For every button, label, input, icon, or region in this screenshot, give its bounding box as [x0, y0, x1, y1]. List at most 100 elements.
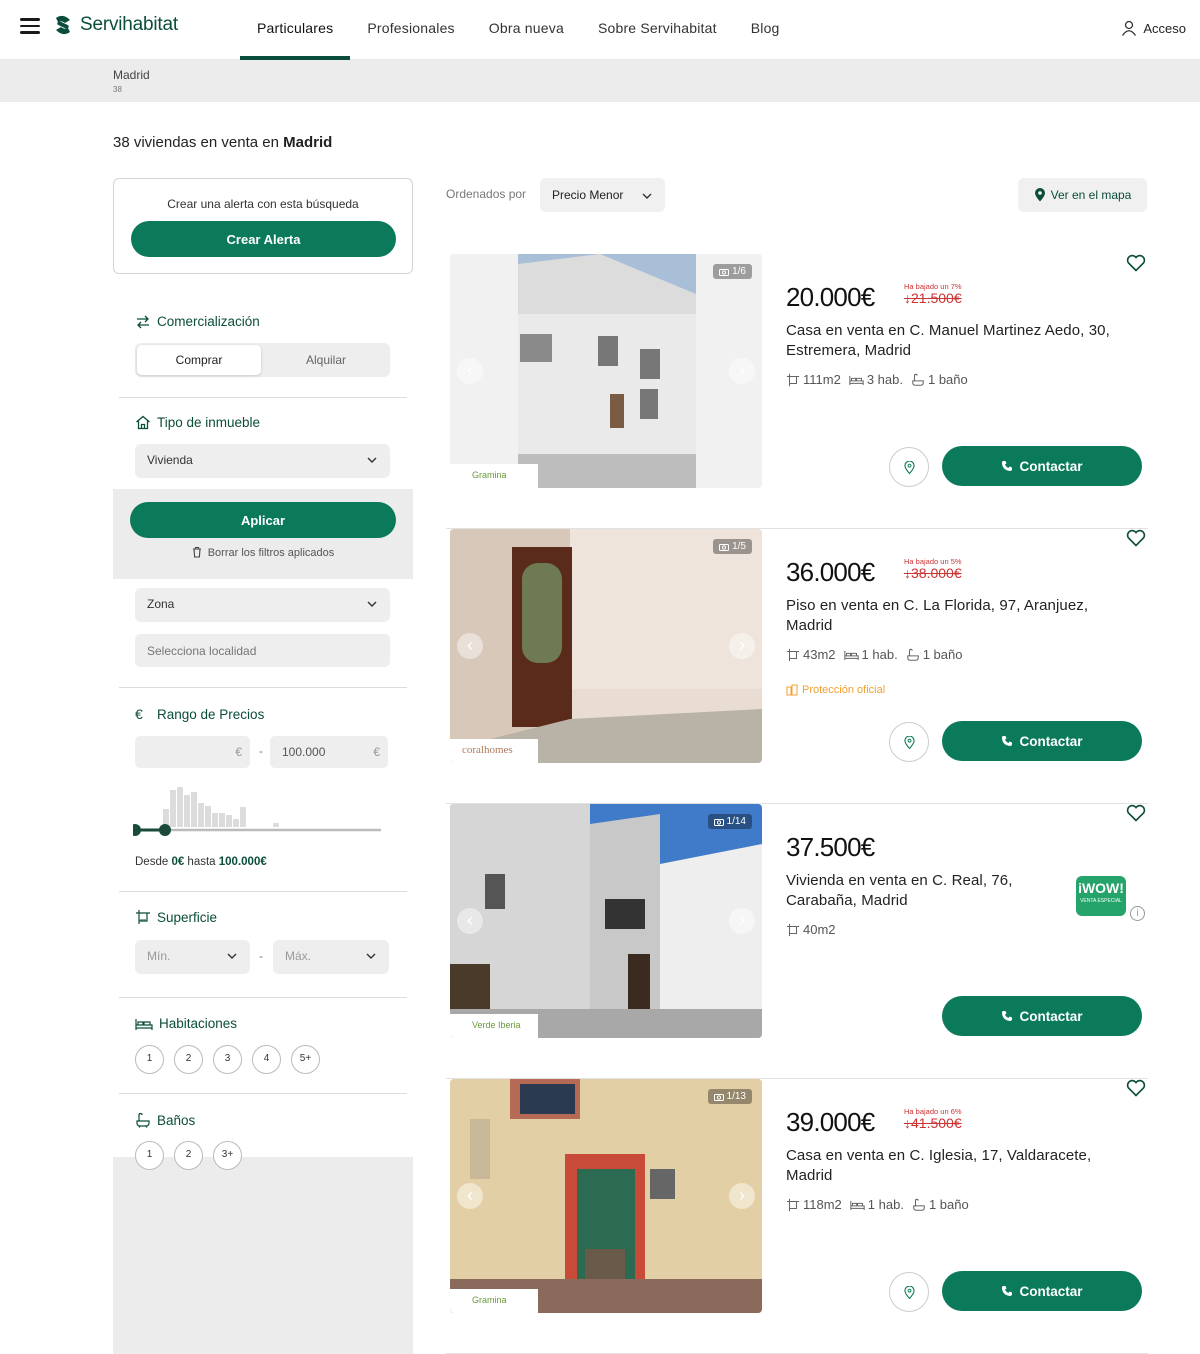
map-pin-icon — [903, 735, 915, 749]
surface-max-select[interactable]: Máx. — [273, 940, 389, 974]
photo-prev-arrow[interactable]: ‹ — [457, 358, 483, 384]
clear-filters-link[interactable]: Borrar los filtros aplicados — [113, 546, 413, 559]
protection-label: Protección oficial — [802, 684, 886, 696]
sort-select[interactable]: Precio Menor — [540, 178, 665, 212]
view-map-button[interactable]: Ver en el mapa — [1018, 178, 1147, 212]
rooms-option-2[interactable]: 2 — [174, 1045, 203, 1074]
surface-separator: - — [259, 949, 263, 963]
rooms-option-4[interactable]: 4 — [252, 1045, 281, 1074]
price-histogram-slider[interactable] — [133, 779, 393, 839]
create-alert-button[interactable]: Crear Alerta — [131, 221, 396, 257]
chevron-down-icon — [367, 601, 377, 607]
rooms-option-3[interactable]: 3 — [213, 1045, 242, 1074]
surface-icon — [786, 1198, 800, 1211]
photo-prev-arrow[interactable]: ‹ — [457, 633, 483, 659]
photo-counter: 1/6 — [713, 264, 752, 279]
wow-badge-label: iWOW! — [1078, 880, 1124, 896]
locality-input[interactable] — [135, 634, 390, 667]
breadcrumb-location[interactable]: Madrid — [113, 68, 150, 82]
breadcrumb-count: 38 — [113, 85, 122, 94]
location-button[interactable] — [889, 447, 929, 487]
property-type-select[interactable]: Vivienda — [135, 444, 390, 478]
photo-prev-arrow[interactable]: ‹ — [457, 1183, 483, 1209]
official-protection-badge: Protección oficial — [786, 684, 885, 696]
info-icon[interactable]: i — [1130, 906, 1145, 921]
listing-photo[interactable]: 1/14 ‹ › Verde Iberia — [450, 804, 762, 1038]
listing-title[interactable]: Casa en venta en C. Manuel Martinez Aedo… — [786, 321, 1136, 360]
baths-option-2[interactable]: 2 — [174, 1141, 203, 1170]
listing-title[interactable]: Piso en venta en C. La Florida, 97, Aran… — [786, 596, 1136, 635]
surface-header: Superficie — [135, 909, 217, 925]
listing-photo[interactable]: 1/13 ‹ › Gramina — [450, 1079, 762, 1313]
listing-photo-image — [450, 804, 762, 1038]
alert-box: Crear una alerta con esta búsqueda Crear… — [113, 178, 413, 274]
brand-logo[interactable]: Servihabitat — [52, 14, 178, 36]
price-max-input[interactable]: 100.000 € — [270, 736, 388, 768]
photo-next-arrow[interactable]: › — [729, 633, 755, 659]
nav-particulares[interactable]: Particulares — [240, 0, 351, 60]
bath-icon — [913, 1198, 925, 1211]
nav-obra-nueva[interactable]: Obra nueva — [472, 0, 581, 60]
wow-special-sale-badge: iWOW! VENTA ESPECIAL — [1076, 876, 1126, 916]
photo-counter: 1/13 — [707, 1089, 752, 1104]
apply-filters-button[interactable]: Aplicar — [130, 502, 396, 538]
nav-blog[interactable]: Blog — [734, 0, 797, 60]
location-button[interactable] — [889, 1272, 929, 1312]
listing-rooms: 3 hab. — [866, 372, 903, 387]
shield-building-icon — [786, 684, 798, 696]
view-map-label: Ver en el mapa — [1050, 188, 1132, 202]
surface-min-select[interactable]: Mín. — [135, 940, 250, 974]
heart-icon[interactable] — [1126, 804, 1146, 822]
nav-sobre-servihabitat[interactable]: Sobre Servihabitat — [581, 0, 734, 60]
page-title: 38 viviendas en venta en Madrid — [113, 134, 332, 151]
listing-card[interactable]: 1/6 ‹ › Gramina 20.000€ Ha bajado un 7% … — [446, 254, 1148, 529]
listing-card[interactable]: 1/14 ‹ › Verde Iberia 37.500€ Vivienda e… — [446, 804, 1148, 1079]
contact-button[interactable]: Contactar — [942, 1271, 1142, 1311]
price-min-input[interactable]: € — [135, 736, 250, 768]
bath-icon — [912, 373, 924, 386]
listing-card[interactable]: 1/13 ‹ › Gramina 39.000€ Ha bajado un 6%… — [446, 1079, 1148, 1354]
user-icon — [1122, 20, 1137, 36]
photo-next-arrow[interactable]: › — [729, 1183, 755, 1209]
baths-title: Baños — [157, 1112, 196, 1128]
listing-photo[interactable]: 1/6 ‹ › Gramina — [450, 254, 762, 488]
heart-icon[interactable] — [1126, 529, 1146, 547]
zone-select[interactable]: Zona — [135, 588, 390, 622]
map-pin-icon — [903, 460, 915, 474]
baths-option-3plus[interactable]: 3+ — [213, 1141, 242, 1170]
photo-counter-value: 1/5 — [732, 541, 746, 552]
filters-panel: Comercialización Comprar Alquilar Tipo d… — [113, 294, 413, 1354]
contact-label: Contactar — [1019, 733, 1083, 749]
rooms-option-5plus[interactable]: 5+ — [291, 1045, 320, 1074]
listing-photo-image — [450, 254, 762, 488]
menu-icon[interactable] — [20, 18, 40, 34]
surface-icon — [786, 373, 800, 386]
photo-next-arrow[interactable]: › — [729, 908, 755, 934]
contact-button[interactable]: Contactar — [942, 446, 1142, 486]
wow-badge-sub: VENTA ESPECIAL — [1080, 898, 1122, 904]
contact-button[interactable]: Contactar — [942, 721, 1142, 761]
phone-icon — [1002, 736, 1013, 746]
listing-photo-image — [450, 529, 762, 763]
heart-icon[interactable] — [1126, 1079, 1146, 1097]
listing-card[interactable]: 1/5 ‹ › coralhomes 36.000€ Ha bajado un … — [446, 529, 1148, 804]
rooms-option-1[interactable]: 1 — [135, 1045, 164, 1074]
photo-next-arrow[interactable]: › — [729, 358, 755, 384]
listing-title[interactable]: Vivienda en venta en C. Real, 76, Caraba… — [786, 871, 1056, 910]
login-link[interactable]: Acceso — [1121, 20, 1186, 36]
alert-text: Crear una alerta con esta búsqueda — [167, 197, 359, 211]
toggle-buy[interactable]: Comprar — [137, 345, 261, 375]
listing-features: 111m2 3 hab. 1 baño — [786, 372, 968, 387]
chevron-down-icon — [367, 457, 377, 463]
photo-prev-arrow[interactable]: ‹ — [457, 908, 483, 934]
divider — [119, 1093, 407, 1094]
listing-photo[interactable]: 1/5 ‹ › coralhomes — [450, 529, 762, 763]
chevron-down-icon — [642, 193, 652, 199]
listing-title[interactable]: Casa en venta en C. Iglesia, 17, Valdara… — [786, 1146, 1136, 1185]
location-button[interactable] — [889, 722, 929, 762]
baths-option-1[interactable]: 1 — [135, 1141, 164, 1170]
heart-icon[interactable] — [1126, 254, 1146, 272]
toggle-rent[interactable]: Alquilar — [264, 345, 388, 375]
nav-profesionales[interactable]: Profesionales — [350, 0, 471, 60]
contact-button[interactable]: Contactar — [942, 996, 1142, 1036]
